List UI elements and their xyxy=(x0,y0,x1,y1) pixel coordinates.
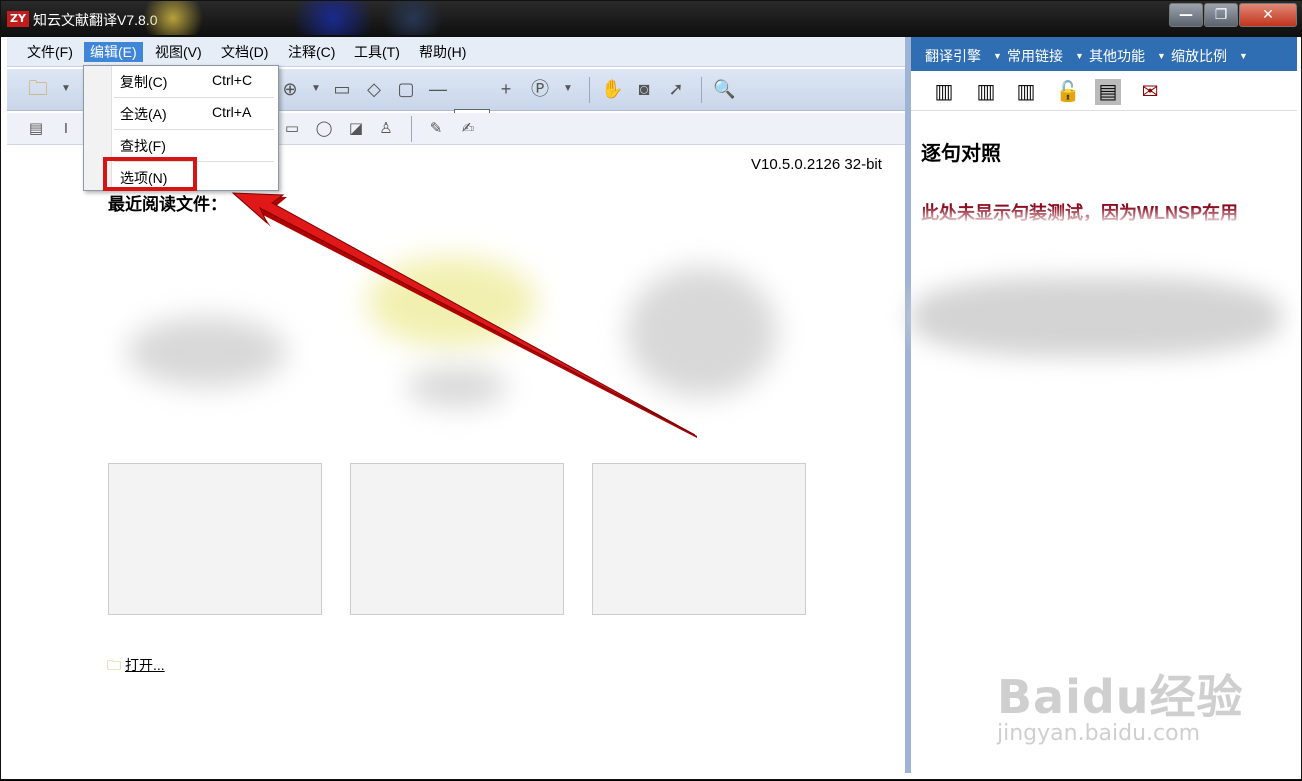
fit-width-icon[interactable]: ◇ xyxy=(363,78,385,100)
open-file-label: 打开... xyxy=(125,657,165,673)
translation-toolbar: ▥ ▥ ▥ 🔓 ▤ ✉ xyxy=(911,73,1297,111)
select-tool-icon[interactable]: ➚ xyxy=(665,78,687,100)
actual-size-icon[interactable]: ▢ xyxy=(395,78,417,100)
edit-form-icon[interactable]: ✍ xyxy=(457,118,479,140)
version-label: V10.5.0.2126 32-bit xyxy=(751,156,882,173)
close-button[interactable]: ✕ xyxy=(1239,3,1297,27)
blurred-recent-item xyxy=(127,317,287,387)
chevron-down-icon[interactable]: ▼ xyxy=(305,78,327,100)
highlight-box xyxy=(103,157,197,191)
toolbar-divider xyxy=(411,116,412,142)
app-logo-icon: ZY xyxy=(7,11,29,27)
chevron-down-icon: ▼ xyxy=(1075,51,1084,61)
blurred-recent-item xyxy=(627,267,777,397)
menu-item-find[interactable]: 查找(F) xyxy=(120,136,166,156)
blurred-recent-item xyxy=(367,257,537,347)
stamp-icon[interactable]: ♙ xyxy=(375,118,397,140)
layout-right-icon[interactable]: ▥ xyxy=(1013,79,1039,105)
toolbar-divider xyxy=(589,77,590,103)
translation-menu-bar: 翻译引擎 ▼ 常用链接 ▼ 其他功能 ▼ 缩放比例 ▼ xyxy=(911,37,1297,71)
menu-other-functions[interactable]: 其他功能 xyxy=(1089,46,1145,66)
folder-icon: 🗀 xyxy=(107,657,121,673)
menu-help[interactable]: 帮助(H) xyxy=(413,42,472,62)
window-title: 知云文献翻译V7.8.0 xyxy=(33,12,158,28)
menu-view[interactable]: 视图(V) xyxy=(149,42,208,62)
menu-edit[interactable]: 编辑(E) xyxy=(84,42,143,62)
recent-files-heading: 最近阅读文件： xyxy=(108,195,227,214)
edit-note-icon[interactable]: ✎ xyxy=(425,118,447,140)
shortcut-select-all: Ctrl+A xyxy=(212,104,252,120)
app-window: ZY 知云文献翻译V7.8.0 — ❐ ✕ 文件(F) 编辑(E) 视图(V) … xyxy=(0,0,1302,780)
zoom-out-icon[interactable]: — xyxy=(427,78,449,100)
chevron-down-icon[interactable]: ▼ xyxy=(557,78,579,100)
menu-annotate[interactable]: 注释(C) xyxy=(282,42,341,62)
camera-icon[interactable]: ◙ xyxy=(633,78,655,100)
comment-icon[interactable]: ▤ xyxy=(25,118,47,140)
blurred-translation xyxy=(911,277,1281,357)
menu-divider xyxy=(114,97,274,98)
maximize-button[interactable]: ❐ xyxy=(1204,3,1238,27)
chevron-down-icon: ▼ xyxy=(1157,51,1166,61)
sentence-compare-title: 逐句对照 xyxy=(921,143,1001,165)
folder-open-icon[interactable]: 🗀 xyxy=(27,78,49,100)
menu-bar: 文件(F) 编辑(E) 视图(V) 文档(D) 注释(C) 工具(T) 帮助(H… xyxy=(7,37,905,67)
blurred-recent-item xyxy=(407,367,507,407)
watermark-main: Baidu经验 xyxy=(997,670,1244,724)
open-file-link[interactable]: 🗀 打开... xyxy=(107,655,165,679)
menu-tools[interactable]: 工具(T) xyxy=(348,42,406,62)
menu-zoom-ratio[interactable]: 缩放比例 xyxy=(1171,46,1227,66)
chevron-down-icon: ▼ xyxy=(993,51,1002,61)
baidu-watermark: Baidu经验 jingyan.baidu.com xyxy=(997,661,1244,746)
shortcut-copy: Ctrl+C xyxy=(212,72,253,88)
menu-item-copy[interactable]: 复制(C) xyxy=(120,72,167,92)
plus-icon[interactable]: + xyxy=(495,78,517,100)
recent-file-thumbnail[interactable] xyxy=(592,463,806,615)
recent-file-thumbnail[interactable] xyxy=(350,463,564,615)
page-navigate-icon[interactable]: Ⓟ xyxy=(529,78,551,100)
recent-file-thumbnail[interactable] xyxy=(108,463,322,615)
rectangle-icon[interactable]: ▭ xyxy=(281,118,303,140)
menu-translate-engine[interactable]: 翻译引擎 xyxy=(925,46,981,66)
menu-divider xyxy=(114,129,274,130)
text-fade-overlay xyxy=(911,207,1297,237)
text-tool-icon[interactable]: I xyxy=(55,118,77,140)
menu-document[interactable]: 文档(D) xyxy=(215,42,274,62)
mail-icon[interactable]: ✉ xyxy=(1137,79,1163,105)
minimize-button[interactable]: — xyxy=(1169,3,1203,27)
chevron-down-icon: ▼ xyxy=(1239,51,1248,61)
menu-item-select-all[interactable]: 全选(A) xyxy=(120,104,167,124)
title-bar: ZY 知云文献翻译V7.8.0 — ❐ ✕ xyxy=(1,1,1302,37)
title-decoration xyxy=(141,1,461,35)
toolbar-divider xyxy=(701,77,702,103)
document-icon[interactable]: ▤ xyxy=(1095,79,1121,105)
chevron-down-icon[interactable]: ▼ xyxy=(55,78,77,100)
lock-icon[interactable]: 🔓 xyxy=(1055,79,1081,105)
fit-page-icon[interactable]: ▭ xyxy=(331,78,353,100)
menu-file[interactable]: 文件(F) xyxy=(21,42,79,62)
menu-common-links[interactable]: 常用链接 xyxy=(1007,46,1063,66)
zoom-in-icon[interactable]: ⊕ xyxy=(279,78,301,100)
search-text-icon[interactable]: 🔍 xyxy=(713,78,735,100)
shape-icon[interactable]: ◪ xyxy=(345,118,367,140)
layout-center-icon[interactable]: ▥ xyxy=(973,79,999,105)
ellipse-icon[interactable]: ◯ xyxy=(313,118,335,140)
hand-tool-icon[interactable]: ✋ xyxy=(601,78,623,100)
layout-left-icon[interactable]: ▥ xyxy=(931,79,957,105)
